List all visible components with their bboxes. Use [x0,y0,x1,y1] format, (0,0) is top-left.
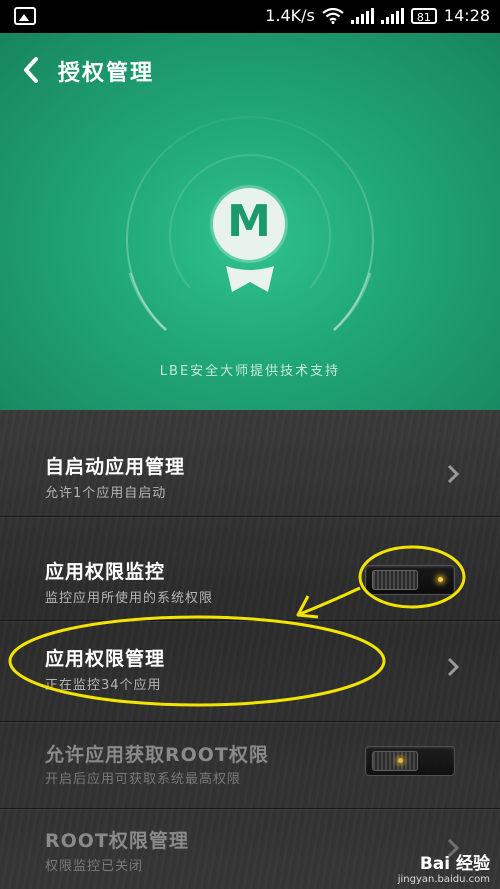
row-title: 自启动应用管理 [45,456,186,478]
toggle-led [438,577,443,582]
status-bar: 1.4K/s 81 14:28 [0,0,500,33]
header: 授权管理 M LBE安全大师提供技术支持 [0,33,500,410]
signal-icon-2 [380,7,404,24]
row-subtitle: 监控应用所使用的系统权限 [45,591,214,606]
row-permission-monitor[interactable]: 应用权限监控 监控应用所使用的系统权限 [0,517,500,620]
back-arrow-icon[interactable] [20,55,42,85]
row-subtitle: 正在监控34个应用 [45,678,162,693]
allow-root-toggle[interactable] [365,746,455,776]
chevron-right-icon [447,464,460,484]
settings-list: 自启动应用管理 允许1个应用自启动 应用权限监控 监控应用所使用的系统权限 应用… [0,410,500,889]
watermark-sub: jingyan.baidu.com [397,874,490,885]
logo-letter: M [227,196,271,247]
lbe-logo: M [210,188,290,308]
toggle-led [398,758,403,763]
gallery-notification-icon [14,7,36,25]
wifi-icon [322,7,344,24]
row-subtitle: 开启后应用可获取系统最高权限 [45,772,242,787]
row-title: 应用权限监控 [45,561,166,583]
row-permission-manage[interactable]: 应用权限管理 正在监控34个应用 [0,621,500,721]
network-speed: 1.4K/s [265,6,315,25]
toggle-knob [372,751,418,771]
row-allow-root[interactable]: 允许应用获取ROOT权限 开启后应用可获取系统最高权限 [0,722,500,808]
row-autostart[interactable]: 自启动应用管理 允许1个应用自启动 [0,410,500,516]
toggle-knob [372,570,418,590]
battery-icon: 81 [410,7,437,24]
baidu-watermark: Bai 经验 jingyan.baidu.com [398,849,490,885]
row-subtitle: 权限监控已关闭 [45,859,144,874]
row-subtitle: 允许1个应用自启动 [45,486,167,501]
signal-icon [350,7,374,24]
page-title: 授权管理 [58,61,155,86]
watermark-main: Bai 经验 [419,854,490,874]
row-title: 应用权限管理 [45,648,166,670]
clock: 14:28 [443,6,490,25]
screen: 1.4K/s 81 14:28 授权管理 M LBE安全大师提供技术支持 自启动… [0,0,500,889]
bow-tie-icon [226,266,274,292]
status-bar-right: 1.4K/s 81 14:28 [265,6,490,25]
row-title: 允许应用获取ROOT权限 [45,744,269,766]
row-title: ROOT权限管理 [45,830,189,852]
chevron-right-icon [447,657,460,677]
support-text: LBE安全大师提供技术支持 [159,364,341,379]
logo-badge: M [213,188,285,260]
permission-monitor-toggle[interactable] [365,565,455,595]
